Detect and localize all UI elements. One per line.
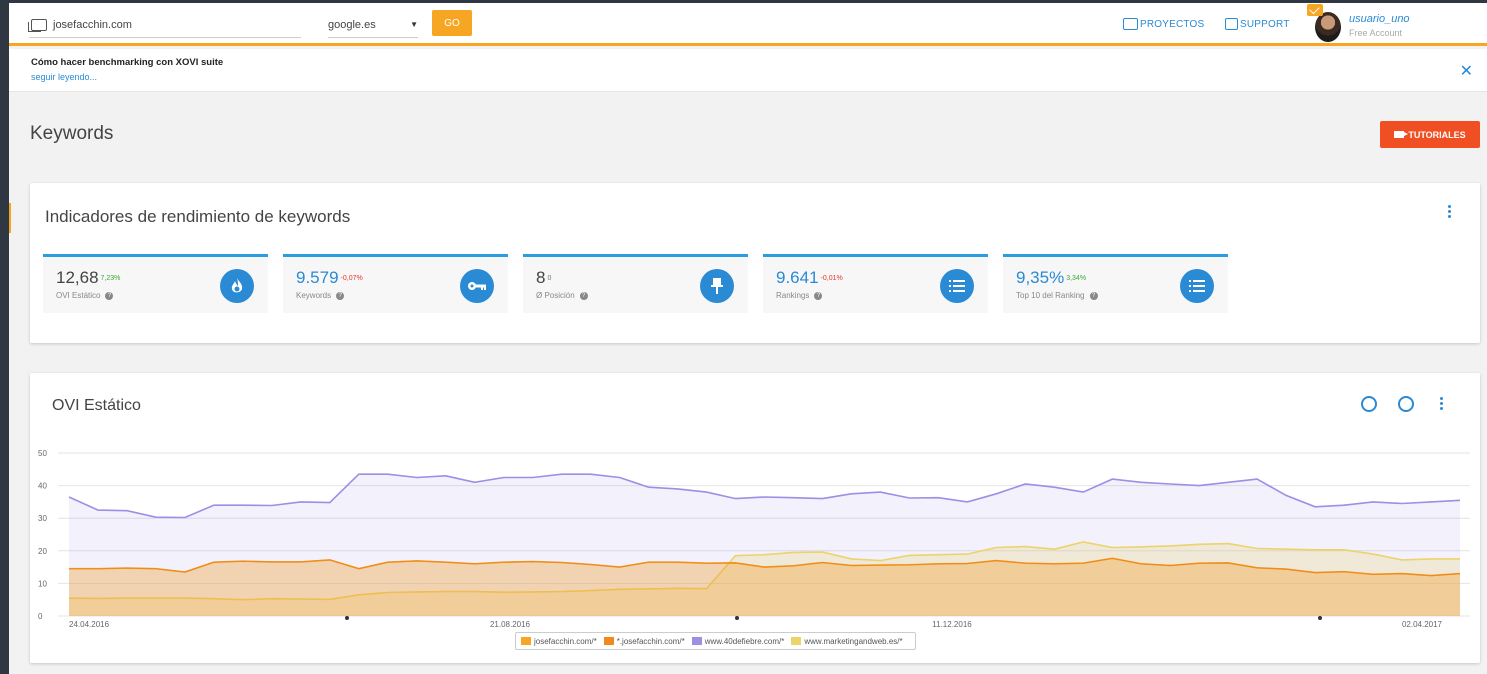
kpi-delta: 7,23%	[100, 275, 121, 283]
top-bar: josefacchin.com google.es ▼ GO PROYECTOS…	[9, 3, 1487, 46]
ovi-chart: 0 10 20 30 40 50 24.04.2016 21.08.2016 11.12.201…	[38, 449, 1470, 628]
y-tick-label: 50	[38, 449, 47, 458]
chart-legend: josefacchin.com/* *.josefacchin.com/* www.…	[515, 632, 916, 650]
support-label: SUPPORT	[1240, 18, 1290, 30]
kpi-label: OVI Estático?	[56, 291, 114, 300]
notice-bar: Cómo hacer benchmarking con XOVI suite s…	[9, 49, 1487, 92]
legend-swatch	[691, 637, 702, 645]
legend-label: www.marketingandweb.es/*	[804, 636, 903, 646]
video-camera-icon	[1394, 131, 1409, 138]
flame-icon	[220, 269, 254, 303]
kpi-tile[interactable]: 12,68 7,23% OVI Estático?	[43, 254, 268, 313]
y-tick-label: 30	[38, 514, 47, 523]
help-icon[interactable]: ?	[814, 291, 823, 300]
kpi-tile[interactable]: 9.579 -0,07% Keywords?	[283, 254, 508, 313]
notice-read-more-link[interactable]: seguir leyendo...	[31, 72, 97, 82]
kpi-delta: -0,07%	[340, 275, 363, 283]
list-icon	[940, 269, 974, 303]
kpi-label: Keywords?	[296, 291, 345, 300]
help-icon[interactable]: ?	[336, 291, 345, 300]
x-tick-label: 21.08.2016	[490, 620, 531, 628]
x-tick-label: 02.04.2017	[1402, 620, 1443, 628]
domain-value: josefacchin.com	[53, 18, 132, 31]
project-icon	[28, 18, 47, 32]
tutorials-button[interactable]: TUTORIALES	[1380, 121, 1480, 148]
kpi-delta: -0,01%	[820, 275, 843, 283]
pin-icon	[700, 269, 734, 303]
key-icon	[460, 269, 494, 303]
list-icon	[1180, 269, 1214, 303]
app-window: josefacchin.com google.es ▼ GO PROYECTOS…	[9, 3, 1487, 674]
kpi-card: Indicadores de rendimiento de keywords 1…	[30, 183, 1480, 343]
close-icon[interactable]: ✕	[1460, 61, 1473, 81]
engine-value: google.es	[328, 18, 376, 31]
help-icon[interactable]: ?	[105, 291, 114, 300]
page-title: Keywords	[30, 123, 114, 144]
kpi-value: 12,68 7,23%	[56, 268, 121, 287]
y-tick-label: 10	[38, 579, 47, 588]
y-tick-label: 40	[38, 482, 47, 491]
kpi-label: Rankings?	[776, 291, 823, 300]
kpi-tile[interactable]: 80 Ø Posición?	[523, 254, 748, 313]
tutorials-label: TUTORIALES	[1408, 129, 1466, 140]
go-button[interactable]: GO	[432, 10, 472, 36]
event-marker	[345, 616, 349, 620]
notice-title: Cómo hacer benchmarking con XOVI suite	[31, 57, 224, 68]
kpi-value: 9,35% 3,34%	[1016, 268, 1087, 287]
y-tick-label: 20	[38, 547, 47, 556]
kpi-card-title: Indicadores de rendimiento de keywords	[45, 207, 351, 226]
kpi-value: 9.641 -0,01%	[776, 268, 843, 287]
event-marker	[1318, 616, 1322, 620]
legend-label: josefacchin.com/*	[534, 636, 597, 646]
more-vert-icon[interactable]	[1448, 205, 1452, 220]
help-icon	[1225, 18, 1238, 30]
legend-item[interactable]: www.marketingandweb.es/*	[791, 636, 903, 646]
kpi-label: Ø Posición?	[536, 291, 588, 300]
user-menu[interactable]: usuario_uno Free Account	[1307, 4, 1427, 46]
legend-item[interactable]: josefacchin.com/*	[521, 637, 597, 646]
kpi-label: Top 10 del Ranking?	[1016, 291, 1098, 300]
avatar[interactable]	[1315, 12, 1341, 42]
event-marker	[735, 616, 739, 620]
domain-input[interactable]: josefacchin.com	[28, 12, 301, 38]
help-icon[interactable]: ?	[579, 291, 588, 300]
kpi-delta: 0	[547, 275, 552, 283]
proyectos-link[interactable]: PROYECTOS	[1123, 18, 1204, 30]
kpi-tile[interactable]: 9.641 -0,01% Rankings?	[763, 254, 988, 313]
support-link[interactable]: SUPPORT	[1225, 18, 1290, 30]
legend-label: www.40defiebre.com/*	[704, 636, 785, 646]
kpi-value: 9.579 -0,07%	[296, 268, 363, 287]
legend-label: *.josefacchin.com/*	[616, 636, 685, 646]
legend-swatch	[791, 637, 802, 645]
sidebar-indicator	[9, 203, 11, 233]
help-icon[interactable]: ?	[1089, 291, 1098, 300]
x-tick-label: 24.04.2016	[69, 620, 110, 628]
proyectos-label: PROYECTOS	[1140, 18, 1205, 30]
legend-swatch	[603, 637, 614, 645]
kpi-delta: 3,34%	[1066, 275, 1087, 283]
legend-item[interactable]: *.josefacchin.com/*	[603, 636, 685, 646]
search-engine-select[interactable]: google.es ▼	[328, 12, 418, 38]
mail-icon[interactable]	[1307, 4, 1323, 16]
kpi-value: 80	[536, 268, 552, 287]
kpi-tile[interactable]: 9,35% 3,34% Top 10 del Ranking?	[1003, 254, 1228, 313]
folders-icon	[1123, 18, 1138, 30]
y-tick-label: 0	[38, 612, 43, 621]
caret-down-icon: ▼	[410, 20, 418, 29]
legend-swatch	[521, 637, 531, 645]
user-plan: Free Account	[1349, 28, 1403, 38]
legend-item[interactable]: www.40defiebre.com/*	[691, 636, 785, 646]
chart-card: OVI Estático 0 10 20 30 40 50 24.04.2016 21.08.…	[30, 373, 1480, 663]
user-name: usuario_uno	[1349, 13, 1410, 25]
x-tick-label: 11.12.2016	[932, 620, 972, 628]
